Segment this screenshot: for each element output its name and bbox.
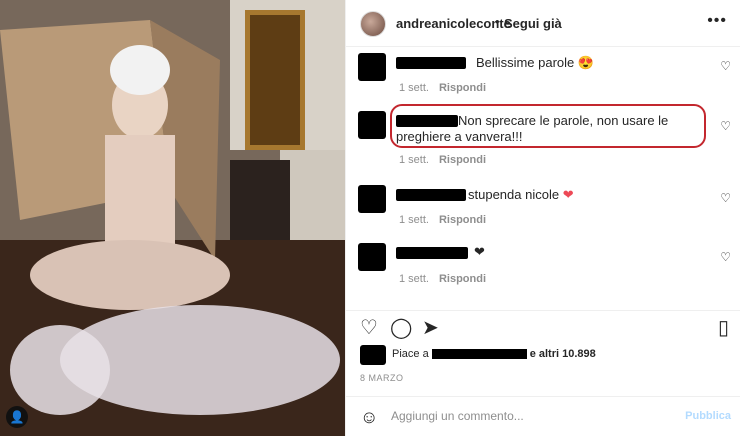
comment-time: 1 sett. xyxy=(399,273,429,285)
post-actions: ♡ ◯ ➤ ▯ xyxy=(346,310,740,341)
comment-meta: 1 sett. Rispondi xyxy=(399,214,486,226)
reply-button[interactable]: Rispondi xyxy=(439,273,486,285)
separator-dot: • xyxy=(495,14,500,29)
comment-avatar[interactable] xyxy=(358,243,386,271)
liker-avatar[interactable] xyxy=(360,345,386,365)
avatar[interactable] xyxy=(360,11,386,37)
reply-button[interactable]: Rispondi xyxy=(439,154,486,166)
like-comment-heart-icon[interactable]: ♡ xyxy=(720,119,731,133)
like-comment-heart-icon[interactable]: ♡ xyxy=(720,59,731,73)
comment-time: 1 sett. xyxy=(399,82,429,94)
comment-text: Bellissime parole 😍 xyxy=(476,55,595,70)
comment-username[interactable] xyxy=(396,189,466,201)
username-link[interactable]: andreanicoleconte xyxy=(396,16,511,31)
emoji-icon[interactable]: ☺ xyxy=(360,407,378,428)
comment-avatar[interactable] xyxy=(358,185,386,213)
highlight-outline xyxy=(390,104,706,148)
comment-time: 1 sett. xyxy=(399,214,429,226)
post-photo[interactable]: 👤 xyxy=(0,0,345,436)
post-button[interactable]: Pubblica xyxy=(685,410,731,422)
post-panel: andreanicoleconte • Segui già ••• Bellis… xyxy=(345,0,740,436)
photo-illustration xyxy=(0,0,345,436)
likes-summary[interactable]: Piace a e altri 10.898 xyxy=(360,345,740,365)
likes-suffix[interactable]: e altri 10.898 xyxy=(530,348,596,360)
comment-composer: ☺ Aggiungi un commento... Pubblica xyxy=(346,396,740,437)
share-icon[interactable]: ➤ xyxy=(422,315,439,340)
likes-prefix: Piace a xyxy=(392,348,429,360)
comment-time: 1 sett. xyxy=(399,154,429,166)
comment-username[interactable] xyxy=(396,57,466,69)
comment-meta: 1 sett. Rispondi xyxy=(399,273,486,285)
likes-text: Piace a e altri 10.898 xyxy=(392,348,596,360)
heart-emoji: ❤ xyxy=(562,187,574,202)
comment-text-content: stupenda nicole xyxy=(468,187,560,202)
comment-avatar[interactable] xyxy=(358,53,386,81)
heart-icon[interactable]: ♡ xyxy=(360,315,378,340)
following-button[interactable]: Segui già xyxy=(504,16,562,31)
comment-text: stupenda nicole ❤ xyxy=(468,187,574,203)
comment-avatar[interactable] xyxy=(358,111,386,139)
heart-emoji: ❤ xyxy=(474,244,485,259)
user-tag-icon[interactable]: 👤 xyxy=(6,406,28,428)
comment-username[interactable] xyxy=(396,247,468,259)
reply-button[interactable]: Rispondi xyxy=(439,82,486,94)
post-date: 8 MARZO xyxy=(360,373,404,383)
like-comment-heart-icon[interactable]: ♡ xyxy=(720,191,731,205)
comment-input[interactable]: Aggiungi un commento... xyxy=(391,409,524,423)
reply-button[interactable]: Rispondi xyxy=(439,214,486,226)
bookmark-icon[interactable]: ▯ xyxy=(718,315,729,340)
comment-meta: 1 sett. Rispondi xyxy=(399,82,486,94)
comment-meta: 1 sett. Rispondi xyxy=(399,154,486,166)
liker-name-redacted[interactable] xyxy=(431,349,527,360)
post-header: andreanicoleconte • Segui già ••• xyxy=(346,0,740,47)
like-comment-heart-icon[interactable]: ♡ xyxy=(720,250,731,264)
more-options-icon[interactable]: ••• xyxy=(707,12,727,30)
comment-icon[interactable]: ◯ xyxy=(390,315,412,340)
